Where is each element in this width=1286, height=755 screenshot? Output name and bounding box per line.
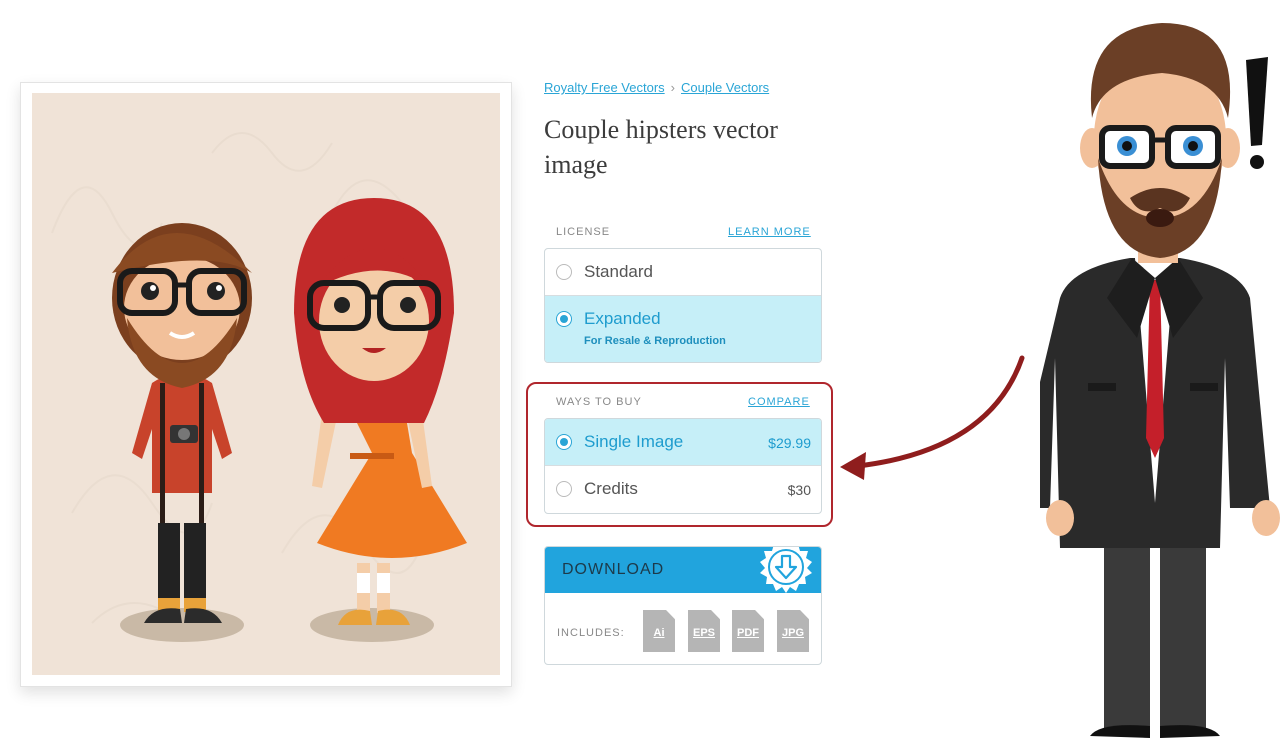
buy-option-credits[interactable]: Credits $30 [545,466,821,513]
includes-label: INCLUDES: [557,627,625,639]
license-option-label: Standard [584,262,653,281]
radio-button[interactable] [556,264,572,280]
man-figure [112,223,252,623]
buy-option-single-image[interactable]: Single Image $29.99 [545,419,821,466]
buy-option-price: $29.99 [768,435,811,451]
download-button-label: DOWNLOAD [562,561,665,578]
compare-link[interactable]: COMPARE [748,396,810,408]
preview-image-card[interactable] [20,82,512,687]
curved-arrow-icon [840,355,1025,480]
breadcrumb: Royalty Free Vectors › Couple Vectors [544,80,769,95]
license-heading: LICENSE [556,226,611,238]
ways-to-buy-heading: WAYS TO BUY [556,396,642,408]
learn-more-link[interactable]: LEARN MORE [728,226,811,238]
license-option-standard[interactable]: Standard [545,249,821,296]
ways-to-buy-options: Single Image $29.99 Credits $30 [544,418,822,514]
buy-option-label: Single Image [584,432,684,451]
breadcrumb-link-couple-vectors[interactable]: Couple Vectors [681,80,769,95]
file-ai-icon: Ai [643,610,675,652]
file-jpg-icon: JPG [777,610,809,652]
radio-button-selected[interactable] [556,434,572,450]
license-option-sublabel: For Resale & Reproduction [584,335,726,347]
license-option-label: Expanded [584,309,661,328]
license-option-expanded[interactable]: Expanded For Resale & Reproduction [545,296,821,362]
radio-button[interactable] [556,481,572,497]
download-arrow-icon[interactable] [759,546,813,594]
radio-button-selected[interactable] [556,311,572,327]
couple-hipsters-illustration [32,93,500,675]
file-pdf-icon: PDF [732,610,764,652]
buy-option-label: Credits [584,479,638,498]
breadcrumb-separator: › [670,80,675,95]
file-eps-icon: EPS [688,610,720,652]
page-title: Couple hipsters vector image [544,115,778,179]
woman-figure [294,198,467,625]
license-options: Standard Expanded For Resale & Reproduct… [544,248,822,363]
buy-option-price: $30 [787,482,811,498]
breadcrumb-link-royalty-free-vectors[interactable]: Royalty Free Vectors [544,80,665,95]
shocked-hipster-character [1010,18,1286,748]
download-panel: DOWNLOAD INCLUDES: Ai EPS PDF JPG [544,546,822,665]
